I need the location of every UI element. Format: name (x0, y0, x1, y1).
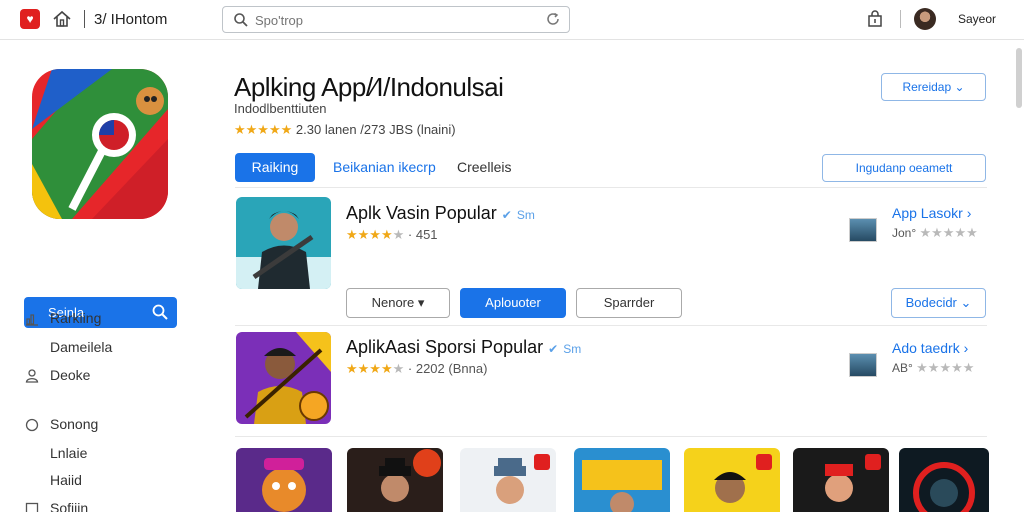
avatar[interactable] (914, 8, 936, 30)
chevron-right-icon: › (963, 340, 969, 356)
star-icon: ★★★★★ (916, 360, 975, 375)
tab-collections[interactable]: Creelleis (457, 153, 511, 182)
verified-icon: ✔ (548, 342, 559, 356)
app-tile-image-icon (236, 448, 332, 512)
window-title: 3/ IHontom (94, 11, 168, 28)
card-dropdown-label: Bodecidr (905, 295, 957, 310)
divider (235, 436, 987, 437)
app-tile[interactable] (793, 448, 889, 512)
sidebar-item-library[interactable]: Lnlaie (50, 445, 87, 461)
card-title-text: Aplk Vasin Popular (346, 203, 497, 223)
app-tile[interactable] (460, 448, 556, 512)
star-icon: ★★★★★ (919, 225, 978, 240)
top-bar: ♥ 3/ IHontom Sayeor (0, 0, 1024, 40)
app-tile[interactable] (899, 448, 989, 512)
chevron-right-icon: › (966, 205, 972, 221)
scrollbar[interactable] (1016, 48, 1022, 108)
card-link[interactable]: App Lasokr › (892, 205, 971, 221)
app-thumbnail[interactable] (236, 197, 331, 289)
app-tile[interactable] (574, 448, 670, 512)
chevron-down-icon: ⌄ (954, 80, 965, 94)
chart-icon (26, 314, 38, 326)
divider (900, 10, 901, 28)
rating-row: ★★★★★ 2.30 lanen /273 JBS (lnaini) (234, 122, 456, 138)
app-tile-image-icon (684, 448, 780, 512)
right-outline-button[interactable]: Ingudanp oeamett (822, 154, 986, 182)
star-icon: ★★★★★ (234, 122, 293, 137)
chevron-down-icon: ⌄ (960, 295, 972, 310)
star-icon: ★★★★ (346, 227, 393, 242)
sidebar-item-more[interactable]: Sofiiin (50, 500, 88, 512)
more-dropdown[interactable]: Nenore ▾ (346, 288, 450, 318)
star-icon: ★ (392, 227, 405, 242)
app-tile-image-icon (793, 448, 889, 512)
app-thumbnail-image-icon (236, 197, 331, 289)
sidebar-item-settings[interactable]: Sonong (50, 416, 98, 432)
star-icon: ★ (392, 361, 405, 376)
card-link[interactable]: Ado taedrk › (892, 340, 968, 356)
sidebar-item-help[interactable]: Haiid (50, 472, 82, 488)
screenshot-thumbnail[interactable] (849, 353, 877, 377)
header-dropdown[interactable]: Rereidap ⌄ (881, 73, 986, 101)
refresh-icon[interactable] (545, 11, 561, 27)
app-tile-image-icon (899, 448, 989, 512)
bag-icon[interactable] (866, 10, 884, 28)
card-badge: Sm (516, 208, 535, 222)
home-icon[interactable] (52, 9, 72, 29)
app-tile[interactable] (684, 448, 780, 512)
app-logo-icon[interactable]: ♥ (20, 9, 40, 29)
rating-text: 2.30 lanen /273 JBS (lnaini) (295, 122, 456, 137)
sidebar-item-profile[interactable]: Deoke (50, 367, 90, 383)
card-title[interactable]: AplikAasi Sporsi Popular ✔ Sm (346, 337, 581, 358)
app-tile[interactable] (347, 448, 443, 512)
page-subtitle: Indodlbenttiuten (234, 101, 327, 116)
sidebar-item-games[interactable]: Dameilela (50, 339, 112, 355)
card-rating: ★★★★★ · 451 (346, 227, 438, 243)
sidebar-item-ranking[interactable]: Rarkiing (50, 310, 101, 326)
card-meta-text: · 451 (407, 227, 438, 242)
search-input[interactable] (255, 10, 535, 30)
tab-categories[interactable]: Beikanian ikecrp (333, 153, 436, 182)
header-dropdown-label: Rereidap (902, 80, 952, 94)
circle-icon (25, 418, 39, 432)
divider (84, 10, 85, 28)
star-icon: ★★★★ (346, 361, 393, 376)
more-dropdown-label: Nenore (371, 295, 415, 310)
primary-action-button[interactable]: Aplouoter (460, 288, 566, 318)
secondary-action-button[interactable]: Sparrder (576, 288, 682, 318)
mini-rating: AB° ★★★★★ (892, 360, 974, 376)
app-logo-large-icon (32, 69, 168, 219)
square-icon (25, 502, 39, 512)
search-icon (234, 13, 248, 27)
search-icon (152, 304, 168, 320)
mini-meta-text: AB° (892, 361, 913, 375)
search-bar[interactable] (222, 6, 570, 33)
card-title[interactable]: Aplk Vasin Popular ✔ Sm (346, 203, 535, 224)
divider (235, 325, 987, 326)
card-link-text: App Lasokr (892, 205, 963, 221)
caret-down-icon: ▾ (417, 295, 425, 310)
card-rating: ★★★★★ · 2202 (Bnna) (346, 361, 487, 377)
mini-rating: Jon° ★★★★★ (892, 225, 978, 241)
card-meta-text: · 2202 (Bnna) (407, 361, 488, 376)
card-dropdown[interactable]: Bodecidr ⌄ (891, 288, 986, 318)
app-thumbnail[interactable] (236, 332, 331, 424)
app-tile[interactable] (236, 448, 332, 512)
app-tile-image-icon (460, 448, 556, 512)
card-title-text: AplikAasi Sporsi Popular (346, 337, 544, 357)
app-tile-image-icon (574, 448, 670, 512)
verified-icon: ✔ (501, 208, 512, 222)
divider (235, 187, 987, 188)
screenshot-thumbnail[interactable] (849, 218, 877, 242)
card-link-text: Ado taedrk (892, 340, 960, 356)
tab-ranking[interactable]: Raiking (235, 153, 315, 182)
app-tile-image-icon (347, 448, 443, 512)
user-name[interactable]: Sayeor (958, 12, 996, 26)
mini-meta-text: Jon° (892, 226, 917, 240)
page-title: Aplking App/⁄I/Indonulsai (234, 72, 504, 102)
card-badge: Sm (563, 342, 582, 356)
user-icon (25, 369, 39, 383)
app-thumbnail-image-icon (236, 332, 331, 424)
sidebar: Seinla Rarkiing Dameilela Deoke Sonong L… (0, 41, 215, 512)
